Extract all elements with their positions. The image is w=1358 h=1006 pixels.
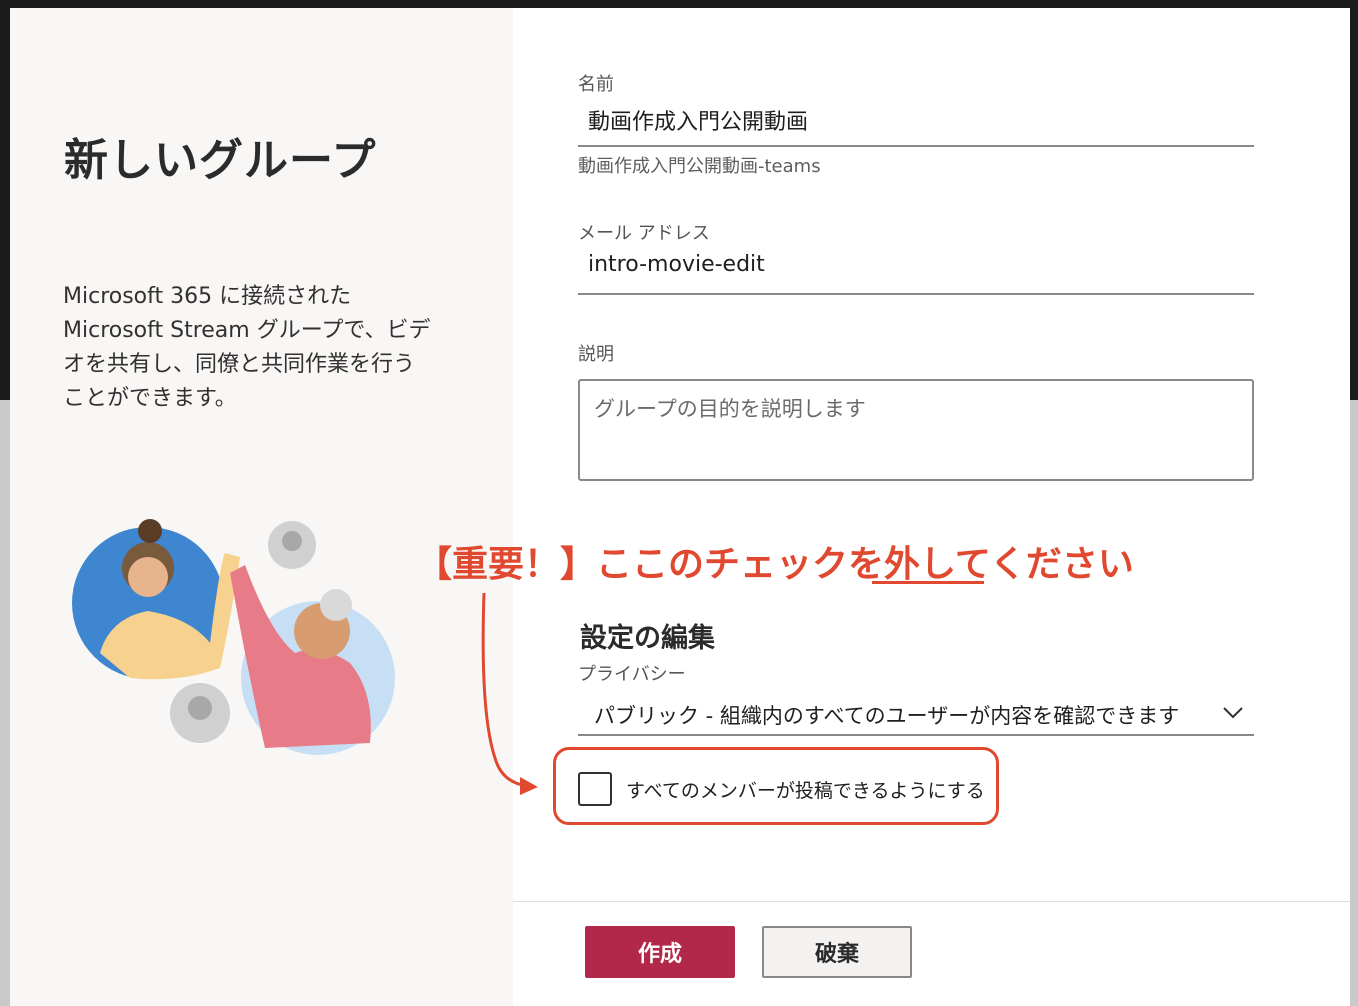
discard-button[interactable]: 破棄 (762, 926, 912, 978)
description-textarea[interactable]: グループの目的を説明します (578, 379, 1254, 481)
email-input[interactable]: intro-movie-edit (588, 252, 765, 277)
name-underline (578, 145, 1254, 147)
settings-title: 設定の編集 (580, 623, 715, 654)
allow-all-members-post-checkbox[interactable] (578, 772, 612, 806)
privacy-dropdown-value: パブリック - 組織内のすべてのユーザーが内容を確認できます (594, 704, 1180, 728)
footer-divider (513, 901, 1350, 902)
email-underline (578, 293, 1254, 295)
name-input[interactable]: 動画作成入門公開動画 (588, 104, 808, 136)
annotation-text: 【重要！】ここのチェックを外してください (416, 544, 1134, 585)
description-placeholder: グループの目的を説明します (594, 397, 866, 421)
email-label: メール アドレス (578, 223, 710, 244)
name-label: 名前 (578, 74, 614, 95)
name-hint: 動画作成入門公開動画-teams (578, 156, 821, 177)
privacy-dropdown[interactable]: パブリック - 組織内のすべてのユーザーが内容を確認できます (578, 694, 1254, 736)
people-illustration-icon (72, 519, 395, 755)
allow-all-members-post-label[interactable]: すべてのメンバーが投稿できるようにする (626, 776, 985, 803)
description-label: 説明 (578, 344, 614, 365)
create-button[interactable]: 作成 (585, 926, 735, 978)
chevron-down-icon (1223, 707, 1243, 719)
annotation-underline (872, 581, 984, 584)
privacy-label: プライバシー (578, 664, 686, 685)
dialog-left-pane: 新しいグループ Microsoft 365 に接続された Microsoft S… (10, 8, 513, 1006)
dialog-title: 新しいグループ (64, 135, 377, 186)
new-group-dialog: 新しいグループ Microsoft 365 に接続された Microsoft S… (10, 8, 1350, 1006)
dialog-description: Microsoft 365 に接続された Microsoft Stream グル… (63, 284, 431, 411)
